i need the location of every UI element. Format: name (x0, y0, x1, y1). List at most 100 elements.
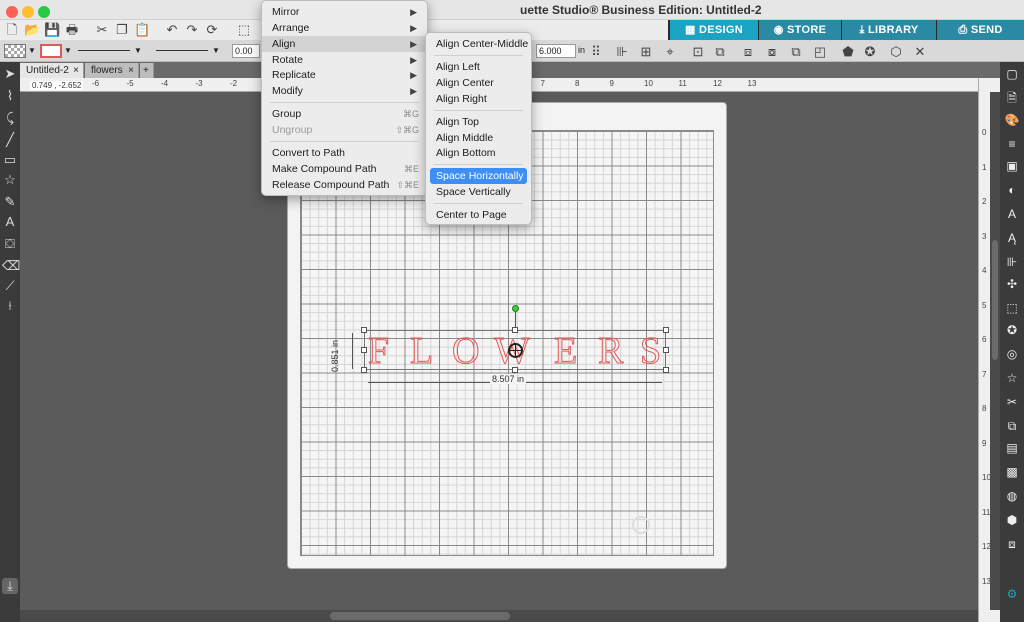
fill-panel-icon[interactable]: ▣ (1004, 158, 1020, 174)
paste-icon[interactable]: 📋 (134, 22, 150, 38)
star-icon[interactable]: ✪ (862, 44, 878, 60)
shape-fill-icon[interactable]: ⬟ (840, 44, 856, 60)
align-icon[interactable]: ⊪ (614, 44, 630, 60)
globe-icon[interactable]: ◍ (1004, 488, 1020, 504)
design-letter[interactable]: F (367, 332, 389, 371)
eyedropper-icon[interactable]: ⟊ (2, 298, 18, 314)
ungroup-icon[interactable]: ⧇ (764, 44, 780, 60)
align-panel-icon[interactable]: ⊪ (1004, 254, 1020, 270)
tab-design[interactable]: ▦ DESIGN (670, 20, 758, 40)
redo-icon[interactable]: ↷ (184, 22, 200, 38)
palette-icon[interactable]: 🎨 (1004, 112, 1020, 128)
menu-item-align-top[interactable]: Align Top (426, 114, 531, 130)
center-align-icon[interactable]: ⊞ (638, 44, 654, 60)
pixscan-icon[interactable]: ⬢ (1004, 512, 1020, 528)
pattern-icon[interactable]: ▤ (1004, 440, 1020, 456)
map-icon[interactable]: ⧈ (1004, 536, 1020, 552)
resize-handle[interactable] (361, 367, 367, 373)
menu-item-align-center[interactable]: Align Center (426, 75, 531, 91)
menu-item-align-right[interactable]: Align Right (426, 91, 531, 107)
resize-handle[interactable] (663, 327, 669, 333)
page-fit-icon[interactable]: ⊡ (690, 44, 706, 60)
cut-icon[interactable]: ✂ (94, 22, 110, 38)
menu-item-rotate[interactable]: Rotate ▶ (262, 52, 427, 68)
center-crosshair-icon[interactable] (508, 343, 523, 358)
tab-library[interactable]: ⤓ LIBRARY (842, 20, 936, 40)
font-icon[interactable]: Ą (1004, 230, 1020, 246)
refresh-icon[interactable]: ⟳ (204, 22, 220, 38)
resize-handle[interactable] (361, 327, 367, 333)
tab-send[interactable]: ⎙ SEND (937, 20, 1024, 40)
rectangle-tool-icon[interactable]: ▭ (2, 152, 18, 168)
resize-handle[interactable] (663, 367, 669, 373)
library-folder-icon[interactable]: ⤓ (2, 578, 18, 594)
minimize-window-button[interactable] (22, 6, 34, 18)
crosshair-icon[interactable]: ⌖ (662, 44, 678, 60)
close-window-button[interactable] (6, 6, 18, 18)
close-icon[interactable]: ✕ (912, 44, 928, 60)
line-color-swatch[interactable] (40, 44, 62, 58)
pencil-tool-icon[interactable]: ✎ (2, 194, 18, 210)
weld-icon[interactable]: ⧉ (788, 44, 804, 60)
tab-store[interactable]: ◉ STORE (759, 20, 841, 40)
fill-color-swatch[interactable] (4, 44, 26, 58)
design-letter[interactable]: S (639, 332, 661, 371)
line-style-selector[interactable] (78, 50, 130, 51)
contrast-icon[interactable]: ◐ (1004, 182, 1020, 198)
text-tool-icon[interactable]: A (2, 214, 18, 230)
doc-tab-untitled-2[interactable]: Untitled-2 × (20, 63, 84, 78)
eraser-icon[interactable]: ⌫ (2, 258, 20, 274)
select-all-icon[interactable]: ⬚ (236, 22, 252, 38)
fill-bucket-icon[interactable]: ⛋ (2, 236, 18, 252)
subtract-icon[interactable]: ◰ (812, 44, 828, 60)
transform-icon[interactable]: ✣ (1004, 276, 1020, 292)
line-tool-icon[interactable]: ╱ (2, 132, 18, 148)
curve-edit-icon[interactable]: ⤹ (2, 110, 18, 126)
menu-item-space-vertically[interactable]: Space Vertically (426, 184, 531, 200)
design-letter[interactable]: E (553, 332, 577, 371)
menu-item-center-to-page[interactable]: Center to Page (426, 207, 531, 223)
copy-icon[interactable]: ❐ (114, 22, 130, 38)
design-letter[interactable]: O (451, 332, 479, 371)
menu-item-align-middle[interactable]: Align Middle (426, 130, 531, 146)
tab-close-icon[interactable]: × (73, 63, 79, 78)
horizontal-scroll-thumb[interactable] (330, 612, 510, 620)
layers-icon[interactable]: ⧉ (1004, 418, 1020, 434)
menu-item-modify[interactable]: Modify ▶ (262, 83, 427, 99)
text-style-icon[interactable]: A (1004, 206, 1020, 222)
replicate-icon[interactable]: ⬚ (1004, 300, 1020, 316)
knife-icon[interactable]: ⟋ (2, 278, 18, 294)
print-icon[interactable]: 🖶 (64, 22, 80, 38)
offset-icon[interactable]: ◎ (1004, 346, 1020, 362)
chevron-down-icon[interactable]: ▼ (134, 46, 142, 55)
star-tool-icon[interactable]: ☆ (2, 172, 18, 188)
menu-item-align-bottom[interactable]: Align Bottom (426, 145, 531, 161)
grid-dots-icon[interactable]: ⠿ (588, 44, 604, 60)
menu-item-replicate[interactable]: Replicate ▶ (262, 67, 427, 83)
vertical-scroll-thumb[interactable] (992, 240, 998, 360)
menu-item-align[interactable]: Align ▶ (262, 36, 427, 52)
menu-item-align-center-middle[interactable]: Align Center-Middle (426, 36, 531, 52)
undo-icon[interactable]: ↶ (164, 22, 180, 38)
doc-tab-flowers[interactable]: flowers × (85, 63, 139, 78)
open-folder-icon[interactable]: 📂 (24, 22, 40, 38)
resize-handle[interactable] (361, 347, 367, 353)
lines-icon[interactable]: ≡ (1004, 136, 1020, 152)
menu-item-release-compound-path[interactable]: Release Compound Path ⇧⌘E (262, 177, 427, 193)
maximize-window-button[interactable] (38, 6, 50, 18)
rotation-handle[interactable] (512, 305, 519, 312)
tab-close-icon[interactable]: × (128, 63, 134, 78)
menu-item-arrange[interactable]: Arrange ▶ (262, 20, 427, 36)
trace-icon[interactable]: ▩ (1004, 464, 1020, 480)
document-icon[interactable]: 🗎 (1004, 90, 1020, 106)
chevron-down-icon[interactable]: ▼ (64, 46, 72, 55)
line-width-input[interactable]: 0.00 (232, 44, 260, 58)
duplicate-icon[interactable]: ⧉ (712, 44, 728, 60)
settings-icon[interactable]: ⚙ (1004, 586, 1020, 602)
chevron-down-icon[interactable]: ▼ (28, 46, 36, 55)
select-arrow-icon[interactable]: ➤ (2, 66, 18, 82)
menu-item-make-compound-path[interactable]: Make Compound Path ⌘E (262, 161, 427, 177)
knife-panel-icon[interactable]: ✂ (1004, 394, 1020, 410)
menu-item-space-horizontally[interactable]: Space Horizontally (430, 168, 527, 184)
group-icon[interactable]: ⧈ (740, 44, 756, 60)
